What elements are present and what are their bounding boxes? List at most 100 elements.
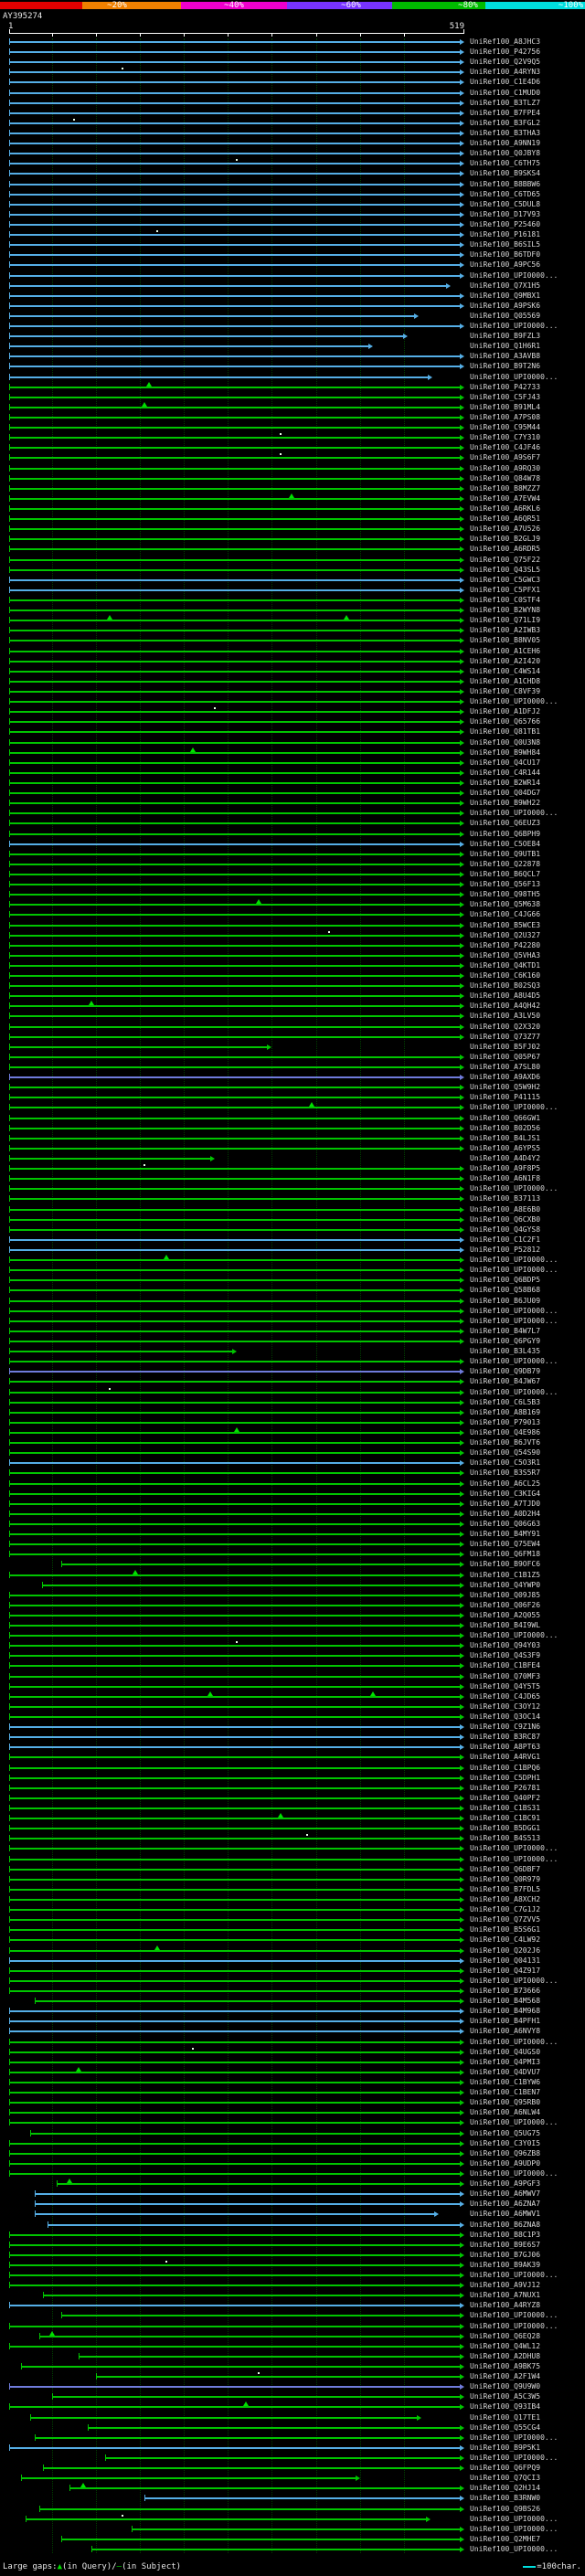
hit-label[interactable]: UniRef100_A6QR51 xyxy=(470,514,540,524)
hit-label[interactable]: UniRef100_B7GJ06 xyxy=(470,2250,540,2260)
hit-bar[interactable] xyxy=(9,1594,461,1596)
hit-bar[interactable] xyxy=(9,711,461,714)
hit-bar[interactable] xyxy=(104,2457,461,2460)
hit-bar[interactable] xyxy=(69,2487,461,2490)
hit-bar[interactable] xyxy=(34,2436,461,2439)
hit-bar[interactable] xyxy=(9,995,461,998)
hit-bar[interactable] xyxy=(9,620,461,622)
hit-bar[interactable] xyxy=(9,213,461,216)
hit-bar[interactable] xyxy=(9,467,461,470)
hit-bar[interactable] xyxy=(9,2325,461,2327)
hit-bar[interactable] xyxy=(9,2041,461,2043)
hit-label[interactable]: UniRef100_Q4E986 xyxy=(470,1427,540,1437)
hit-bar[interactable] xyxy=(34,2213,436,2216)
hit-bar[interactable] xyxy=(9,1279,461,1282)
hit-label[interactable]: UniRef100_Q9U9W0 xyxy=(470,2381,540,2391)
hit-label[interactable]: UniRef100_C5GWC3 xyxy=(470,575,540,585)
hit-bar[interactable] xyxy=(9,1137,461,1140)
hit-bar[interactable] xyxy=(9,1543,461,1546)
hit-label[interactable]: UniRef100_B5DGG1 xyxy=(470,1823,540,1833)
hit-bar[interactable] xyxy=(9,812,461,815)
hit-label[interactable]: UniRef100_Q98TH5 xyxy=(470,889,540,899)
hit-bar[interactable] xyxy=(9,1381,461,1383)
hit-label[interactable]: UniRef100_A3LV50 xyxy=(470,1011,540,1021)
hit-label[interactable]: UniRef100_A9S6F7 xyxy=(470,452,540,462)
hit-label[interactable]: UniRef100_Q4PMI3 xyxy=(470,2057,540,2067)
hit-label[interactable]: UniRef100_A6YPS5 xyxy=(470,1143,540,1153)
hit-bar[interactable] xyxy=(9,1756,461,1759)
hit-bar[interactable] xyxy=(9,1807,461,1810)
hit-label[interactable]: UniRef100_Q9BS26 xyxy=(470,2504,540,2514)
hit-bar[interactable] xyxy=(9,1838,461,1840)
hit-bar[interactable] xyxy=(9,1533,461,1536)
hit-bar[interactable] xyxy=(34,2193,461,2196)
hit-bar[interactable] xyxy=(9,548,461,551)
hit-label[interactable]: UniRef100_C7Y310 xyxy=(470,432,540,442)
hit-bar[interactable] xyxy=(9,1574,461,1576)
hit-bar[interactable] xyxy=(9,802,461,805)
hit-label[interactable]: UniRef100_B5S6G1 xyxy=(470,1924,540,1935)
hit-label[interactable]: UniRef100_B91ML4 xyxy=(470,402,540,412)
hit-bar[interactable] xyxy=(9,1929,461,1932)
hit-bar[interactable] xyxy=(9,1340,461,1342)
hit-bar[interactable] xyxy=(9,234,461,237)
hit-bar[interactable] xyxy=(9,2071,461,2073)
hit-bar[interactable] xyxy=(9,690,461,693)
hit-bar[interactable] xyxy=(9,304,461,307)
hit-row[interactable]: UniRef100_UPI0000... xyxy=(0,2544,585,2555)
hit-bar[interactable] xyxy=(144,2497,461,2500)
hit-label[interactable]: UniRef100_Q6EUZ3 xyxy=(470,818,540,828)
hit-bar[interactable] xyxy=(9,1188,461,1191)
hit-label[interactable]: UniRef100_Q06G63 xyxy=(470,1519,540,1529)
hit-bar[interactable] xyxy=(9,610,461,612)
hit-bar[interactable] xyxy=(9,376,430,378)
hit-bar[interactable] xyxy=(38,2507,461,2510)
hit-label[interactable]: UniRef100_B6SIL5 xyxy=(470,239,540,249)
hit-bar[interactable] xyxy=(9,203,461,206)
hit-label[interactable]: UniRef100_B4M968 xyxy=(470,2006,540,2016)
hit-label[interactable]: UniRef100_Q93IB4 xyxy=(470,2401,540,2412)
hit-bar[interactable] xyxy=(9,1726,461,1729)
hit-bar[interactable] xyxy=(9,832,461,835)
hit-label[interactable]: UniRef100_UPI0000... xyxy=(470,2514,558,2524)
hit-label[interactable]: UniRef100_Q73Z77 xyxy=(470,1032,540,1042)
hit-label[interactable]: UniRef100_Q9UTB1 xyxy=(470,849,540,859)
hit-bar[interactable] xyxy=(9,1472,461,1475)
hit-bar[interactable] xyxy=(9,2030,461,2033)
hit-label[interactable]: UniRef100_C4JD65 xyxy=(470,1691,540,1701)
hit-bar[interactable] xyxy=(9,153,461,155)
hit-label[interactable]: UniRef100_A6MWV7 xyxy=(470,2189,540,2199)
hit-label[interactable]: UniRef100_C1BEN7 xyxy=(470,2087,540,2097)
hit-bar[interactable] xyxy=(131,2528,461,2530)
hit-bar[interactable] xyxy=(9,223,461,226)
hit-bar[interactable] xyxy=(9,193,461,196)
hit-label[interactable]: UniRef100_Q81TB1 xyxy=(470,726,540,737)
hit-bar[interactable] xyxy=(9,2122,461,2125)
hit-bar[interactable] xyxy=(21,2366,461,2369)
hit-label[interactable]: UniRef100_UPI0000... xyxy=(470,1316,558,1326)
hit-label[interactable]: UniRef100_B9OFC6 xyxy=(470,1559,540,1569)
hit-bar[interactable] xyxy=(9,914,461,917)
hit-label[interactable]: UniRef100_UPI0000... xyxy=(470,2321,558,2331)
hit-bar[interactable] xyxy=(9,1249,461,1251)
hit-label[interactable]: UniRef100_A9AXD6 xyxy=(470,1072,540,1082)
hit-bar[interactable] xyxy=(9,1228,461,1231)
hit-bar[interactable] xyxy=(9,578,461,581)
hit-label[interactable]: UniRef100_Q2MHE7 xyxy=(470,2534,540,2544)
hit-bar[interactable] xyxy=(9,771,461,774)
hit-bar[interactable] xyxy=(9,1442,461,1445)
hit-label[interactable]: UniRef100_Q65766 xyxy=(470,716,540,726)
hit-label[interactable]: UniRef100_Q4S3F9 xyxy=(470,1650,540,1660)
hit-bar[interactable] xyxy=(9,132,461,134)
hit-label[interactable]: UniRef100_Q40PF2 xyxy=(470,1793,540,1803)
hit-label[interactable]: UniRef100_B9T2N6 xyxy=(470,361,540,371)
hit-label[interactable]: UniRef100_A4QH42 xyxy=(470,1001,540,1011)
hit-label[interactable]: UniRef100_C4R144 xyxy=(470,768,540,778)
hit-bar[interactable] xyxy=(9,558,461,561)
hit-bar[interactable] xyxy=(9,2386,461,2389)
hit-bar[interactable] xyxy=(9,701,461,704)
hit-bar[interactable] xyxy=(9,1299,461,1302)
hit-label[interactable]: UniRef100_C3KIG4 xyxy=(470,1489,540,1499)
hit-label[interactable]: UniRef100_UPI0000... xyxy=(470,1265,558,1275)
hit-label[interactable]: UniRef100_A6RKL6 xyxy=(470,504,540,514)
